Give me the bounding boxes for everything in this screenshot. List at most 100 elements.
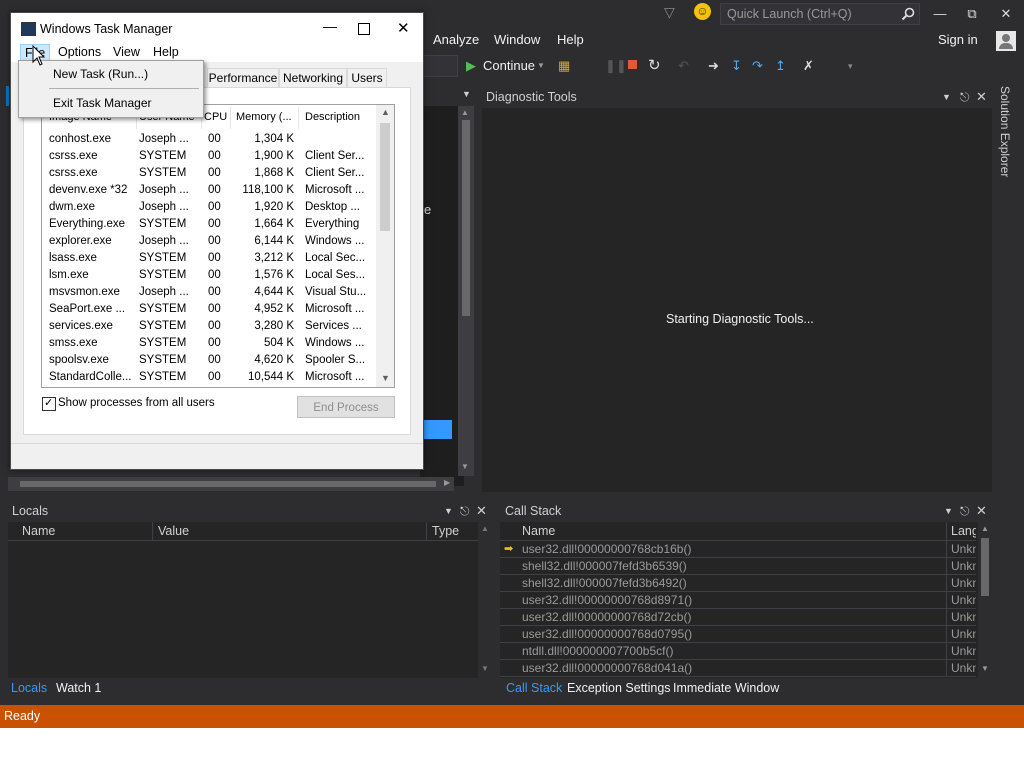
panel-close-icon[interactable]: ✕ [476,500,487,522]
col-description[interactable]: Description [305,111,360,123]
quick-launch-input[interactable]: Quick Launch (Ctrl+Q) [720,3,920,25]
process-row[interactable]: devenv.exe *32 Joseph ... 00 118,100 K Micro… [42,182,376,199]
account-avatar-icon[interactable] [996,31,1016,51]
scroll-right-icon[interactable]: ▶ [444,478,450,487]
minimize-button[interactable]: — [926,4,954,24]
process-list-scroll-thumb[interactable] [380,123,390,231]
breakpoints-icon[interactable]: ✗ [803,56,814,76]
locals-col-value[interactable]: Value [158,524,189,538]
menu-item-exit-task-manager[interactable]: Exit Task Manager [53,96,152,110]
tm-tab-users[interactable]: Users [347,68,387,87]
call-stack-col-name[interactable]: Name [522,524,555,538]
tm-menu-options[interactable]: Options [54,44,105,61]
locals-col-name[interactable]: Name [22,524,55,538]
panel-menu-dropdown-icon[interactable]: ▼ [444,500,453,522]
locals-col-type[interactable]: Type [432,524,459,538]
process-row[interactable]: smss.exe SYSTEM 00 504 K Windows ... [42,335,376,352]
process-row[interactable]: spoolsv.exe SYSTEM 00 4,620 K Spooler S... [42,352,376,369]
step-into-icon[interactable]: ↧ [731,56,742,76]
show-all-users-checkbox[interactable]: ✓ [42,397,56,411]
process-list-scrollbar[interactable]: ▲ ▼ [376,105,394,387]
step-arrow-icon[interactable]: ➜ [708,56,719,76]
stop-icon[interactable] [628,60,637,69]
call-stack-row[interactable]: shell32.dll!000007fefd3b6539() Unkn [500,558,976,575]
menu-item-new-task[interactable]: New Task (Run...) [53,67,148,81]
editor-horizontal-scroll-thumb[interactable] [20,481,436,487]
process-icon[interactable]: ▦ [558,56,570,76]
show-all-users-label[interactable]: Show processes from all users [58,397,215,409]
call-stack-scroll-thumb[interactable] [981,538,989,596]
col-cpu[interactable]: CPU [204,111,227,123]
pin-icon[interactable]: ⎋ [960,500,970,522]
locals-scrollbar[interactable]: ▲ ▼ [478,522,492,678]
call-stack-row[interactable]: ➡ user32.dll!00000000768cb16b() Unkn [500,541,976,558]
menu-analyze[interactable]: Analyze [433,32,479,52]
scroll-down-icon[interactable]: ▼ [461,462,469,471]
tm-minimize-button[interactable]: — [323,18,337,34]
call-stack-scrollbar[interactable]: ▲ ▼ [978,522,992,678]
tm-tab-networking[interactable]: Networking [279,68,347,87]
call-stack-row[interactable]: shell32.dll!000007fefd3b6492() Unkn [500,575,976,592]
toolbar-overflow-icon[interactable]: ▾ [848,56,853,76]
restart-icon[interactable]: ↻ [648,56,661,76]
process-row[interactable]: Everything.exe SYSTEM 00 1,664 K Everything [42,216,376,233]
process-row[interactable]: services.exe SYSTEM 00 3,280 K Services ... [42,318,376,335]
process-row[interactable]: csrss.exe SYSTEM 00 1,868 K Client Ser... [42,165,376,182]
filter-icon[interactable]: ▽ [664,4,675,21]
restore-button[interactable]: ⧉ [958,4,986,24]
pin-icon[interactable]: ⎋ [460,500,470,522]
tab-list-dropdown-icon[interactable]: ▼ [462,89,471,99]
tab-locals[interactable]: Locals [11,681,47,695]
step-over-icon[interactable]: ↷ [752,56,763,76]
step-out-icon[interactable]: ↥ [775,56,786,76]
process-row[interactable]: msvsmon.exe Joseph ... 00 4,644 K Visual Stu… [42,284,376,301]
continue-dropdown-icon[interactable]: ▼ [537,56,545,76]
task-manager-title-bar[interactable]: Windows Task Manager — ✕ [11,13,423,43]
panel-menu-dropdown-icon[interactable]: ▼ [942,86,951,108]
tm-menu-view[interactable]: View [109,44,144,61]
tm-tab-performance[interactable]: Performance [207,68,279,87]
show-next-statement-icon[interactable]: ↶ [678,56,689,76]
call-stack-col-divider [946,643,947,660]
process-image-cell: devenv.exe *32 [49,184,128,196]
process-row[interactable]: StandardColle... SYSTEM 00 10,544 K Microsof… [42,369,376,386]
close-button[interactable]: ✕ [992,4,1020,24]
menu-help[interactable]: Help [557,32,584,52]
tm-maximize-button[interactable] [358,23,370,35]
call-stack-row[interactable]: user32.dll!00000000768d8971() Unkn [500,592,976,609]
pause-icon[interactable]: ❚❚ [605,56,627,76]
tab-exception-settings[interactable]: Exception Settings [567,681,671,695]
tab-watch-1[interactable]: Watch 1 [56,681,101,695]
call-stack-col-lang[interactable]: Lang [951,524,976,538]
panel-menu-dropdown-icon[interactable]: ▼ [944,500,953,522]
panel-close-icon[interactable]: ✕ [976,500,987,522]
config-dropdown[interactable] [422,55,458,77]
process-row[interactable]: csrss.exe SYSTEM 00 1,900 K Client Ser... [42,148,376,165]
feedback-smiley-icon[interactable]: ☺ [694,3,711,20]
process-row[interactable]: explorer.exe Joseph ... 00 6,144 K Windows .… [42,233,376,250]
process-row[interactable]: dwm.exe Joseph ... 00 1,920 K Desktop ... [42,199,376,216]
process-row[interactable]: lsm.exe SYSTEM 00 1,576 K Local Ses... [42,267,376,284]
col-memory[interactable]: Memory (... [236,111,292,123]
process-row[interactable]: lsass.exe SYSTEM 00 3,212 K Local Sec... [42,250,376,267]
call-stack-row[interactable]: user32.dll!00000000768d041a() Unkn [500,660,976,677]
solution-explorer-side-tab[interactable]: Solution Explorer [994,86,1024,206]
tm-menu-help[interactable]: Help [149,44,183,61]
continue-button[interactable]: Continue [483,56,535,76]
process-row[interactable]: conhost.exe Joseph ... 00 1,304 K [42,131,376,148]
sign-in-link[interactable]: Sign in [938,32,978,52]
editor-vertical-scroll-thumb[interactable] [462,120,470,316]
search-icon[interactable] [901,7,915,21]
panel-close-icon[interactable]: ✕ [976,86,987,108]
menu-window[interactable]: Window [494,32,540,52]
process-row[interactable]: SeaPort.exe ... SYSTEM 00 4,952 K Microsoft … [42,301,376,318]
tab-call-stack[interactable]: Call Stack [506,681,562,695]
continue-play-icon[interactable]: ▶ [466,56,476,76]
tab-immediate-window[interactable]: Immediate Window [673,681,779,695]
call-stack-row[interactable]: user32.dll!00000000768d0795() Unkn [500,626,976,643]
tm-close-button[interactable]: ✕ [397,19,410,37]
call-stack-row[interactable]: ntdll.dll!000000007700b5cf() Unkn [500,643,976,660]
call-stack-row[interactable]: user32.dll!00000000768d72cb() Unkn [500,609,976,626]
scroll-up-icon[interactable]: ▲ [461,108,469,117]
pin-icon[interactable]: ⎋ [960,86,970,108]
